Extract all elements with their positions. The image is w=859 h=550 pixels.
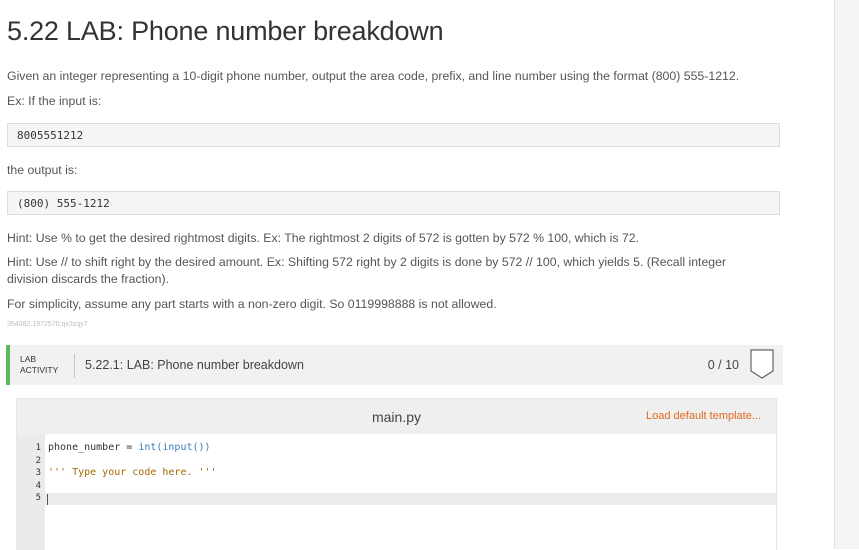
completion-badge-icon — [750, 349, 774, 379]
example-label: Ex: If the input is: — [7, 94, 102, 108]
right-scroll-rail[interactable] — [834, 0, 859, 549]
lab-activity-title: 5.22.1: LAB: Phone number breakdown — [85, 358, 304, 372]
lab-divider — [74, 354, 75, 378]
nonzero-note: For simplicity, assume any part starts w… — [7, 297, 497, 311]
lab-activity-bar: LAB ACTIVITY 5.22.1: LAB: Phone number b… — [6, 345, 783, 385]
code-editor: main.py Load default template... 1 2 3 4… — [16, 398, 777, 550]
example-input-box: 8005551212 — [7, 123, 780, 147]
hint-modulo: Hint: Use % to get the desired rightmost… — [7, 231, 640, 245]
code-function-call: int(input()) — [138, 442, 211, 453]
intro-text: Given an integer representing a 10-digit… — [7, 69, 740, 83]
code-line-3: ''' Type your code here. ''' — [48, 467, 217, 478]
example-output-box: (800) 555-1212 — [7, 191, 780, 215]
line-number: 2 — [35, 456, 41, 466]
line-number: 5 — [35, 493, 41, 503]
editor-header: main.py Load default template... — [17, 399, 776, 434]
output-label: the output is: — [7, 163, 78, 177]
load-default-template-link[interactable]: Load default template... — [646, 410, 761, 422]
text-cursor — [47, 494, 48, 505]
code-text-area[interactable]: phone_number = int(input()) ''' Type you… — [45, 434, 776, 550]
line-number: 4 — [35, 481, 41, 491]
lab-score: 0 / 10 — [707, 358, 739, 372]
code-variable: phone_number = — [48, 442, 139, 453]
hint-floor-division: Hint: Use // to shift right by the desir… — [7, 255, 727, 286]
lab-tag-line1: LAB — [20, 354, 37, 364]
lab-tag-line2: ACTIVITY — [20, 365, 59, 375]
line-number: 1 — [35, 443, 41, 453]
line-number-gutter: 1 2 3 4 5 — [17, 434, 45, 550]
reference-id: 354082.1972570.qx3zqy7 — [7, 321, 88, 328]
line-number: 3 — [35, 468, 41, 478]
lab-activity-tag: LAB ACTIVITY — [20, 354, 68, 376]
page-title: 5.22 LAB: Phone number breakdown — [7, 16, 444, 46]
code-line-1: phone_number = int(input()) — [48, 442, 211, 453]
active-line-highlight — [45, 493, 776, 505]
